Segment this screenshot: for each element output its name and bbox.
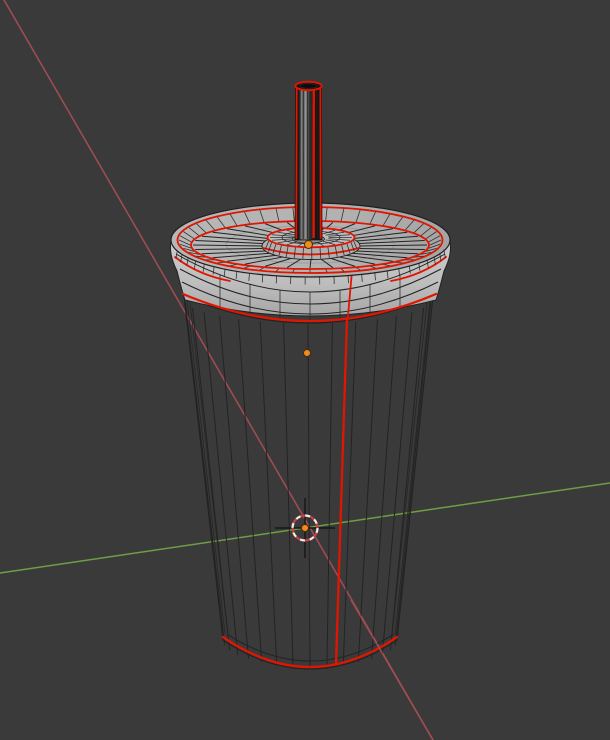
straw[interactable] (294, 80, 323, 241)
straw-top-inner (299, 83, 318, 89)
viewport-3d[interactable] (0, 0, 610, 740)
cursor-center-dot (301, 524, 309, 532)
viewport-canvas[interactable] (0, 0, 610, 740)
origin-dot-body[interactable] (303, 349, 311, 357)
origin-dot-holder[interactable] (304, 240, 313, 249)
wire-line (261, 274, 264, 283)
wire-line (361, 273, 363, 282)
